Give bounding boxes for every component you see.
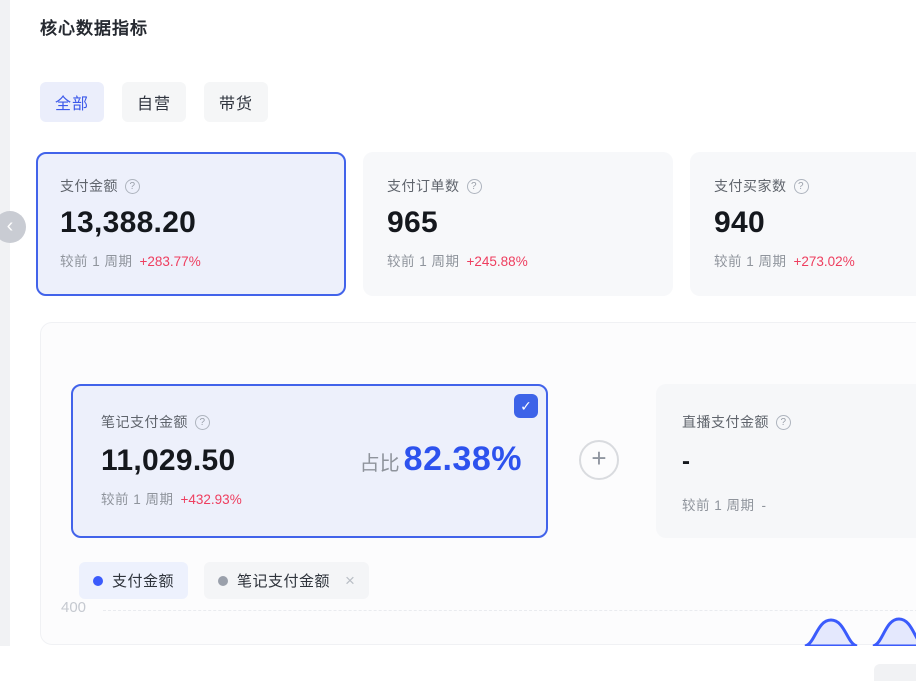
metric-label: 支付买家数 xyxy=(714,176,787,196)
subcard-note-payment-amount[interactable]: 笔记支付金额 ? 11,029.50 占比 82.38% 较前 1 周期 +432… xyxy=(71,384,548,538)
chart-legend: 支付金额 笔记支付金额 × xyxy=(79,562,369,599)
metric-value: 11,029.50 xyxy=(101,444,236,478)
help-icon[interactable]: ? xyxy=(794,179,809,194)
y-axis-tick-400: 400 xyxy=(61,599,86,616)
plus-icon: + xyxy=(591,443,606,474)
series-dot-gray xyxy=(218,576,228,586)
change-value: +273.02% xyxy=(794,254,855,269)
compare-label: 较前 1 周期 xyxy=(682,498,755,513)
series-dot-blue xyxy=(93,576,103,586)
compare-row: 较前 1 周期 +283.77% xyxy=(60,250,322,270)
line-chart-peaks xyxy=(691,613,916,646)
legend-label: 支付金额 xyxy=(112,570,174,591)
help-icon[interactable]: ? xyxy=(467,179,482,194)
metric-card-row: 支付金额 ? 13,388.20 较前 1 周期 +283.77% 支付订单数 ?… xyxy=(36,152,916,296)
share-value: 82.38% xyxy=(404,440,522,479)
change-value: +245.88% xyxy=(467,254,528,269)
help-icon[interactable]: ? xyxy=(776,415,791,430)
metric-label-row: 直播支付金额 ? xyxy=(682,412,916,432)
legend-item-payment-amount[interactable]: 支付金额 xyxy=(79,562,188,599)
tab-all[interactable]: 全部 xyxy=(40,82,104,122)
metric-label-row: 支付金额 ? xyxy=(60,176,322,196)
remove-series-icon[interactable]: × xyxy=(345,571,355,591)
add-metric-button[interactable]: + xyxy=(579,440,619,480)
tab-self-operated[interactable]: 自营 xyxy=(122,82,186,122)
compare-label: 较前 1 周期 xyxy=(387,254,460,269)
metric-value: 940 xyxy=(714,206,916,240)
metric-card-paid-orders[interactable]: 支付订单数 ? 965 较前 1 周期 +245.88% xyxy=(363,152,673,296)
metric-label: 支付订单数 xyxy=(387,176,460,196)
compare-row: 较前 1 周期 +432.93% xyxy=(101,488,522,508)
metric-value: 13,388.20 xyxy=(60,206,322,240)
metric-value: - xyxy=(682,448,916,476)
compare-row: 较前 1 周期 +273.02% xyxy=(714,250,916,270)
metric-label: 笔记支付金额 xyxy=(101,412,188,432)
change-value: +283.77% xyxy=(140,254,201,269)
change-value: - xyxy=(762,498,767,513)
metric-card-paid-buyers[interactable]: 支付买家数 ? 940 较前 1 周期 +273.02% xyxy=(690,152,916,296)
carousel-prev-button[interactable]: ‹ xyxy=(0,211,26,243)
value-row: 11,029.50 占比 82.38% xyxy=(101,440,522,479)
metric-card-payment-amount[interactable]: 支付金额 ? 13,388.20 较前 1 周期 +283.77% xyxy=(36,152,346,296)
metric-label: 支付金额 xyxy=(60,176,118,196)
breakdown-panel: 笔记支付金额 ? 11,029.50 占比 82.38% 较前 1 周期 +432… xyxy=(40,322,916,645)
metric-label-row: 支付订单数 ? xyxy=(387,176,649,196)
compare-row: 较前 1 周期 +245.88% xyxy=(387,250,649,270)
compare-label: 较前 1 周期 xyxy=(60,254,133,269)
share-label: 占比 xyxy=(360,447,400,476)
compare-row: 较前 1 周期- xyxy=(682,494,916,514)
legend-item-note-payment-amount[interactable]: 笔记支付金额 × xyxy=(204,562,369,599)
help-icon[interactable]: ? xyxy=(125,179,140,194)
compare-label: 较前 1 周期 xyxy=(714,254,787,269)
change-value: +432.93% xyxy=(181,492,242,507)
metric-value: 965 xyxy=(387,206,649,240)
help-icon[interactable]: ? xyxy=(195,415,210,430)
chevron-left-icon: ‹ xyxy=(7,215,14,238)
scope-tabs: 全部 自营 带货 xyxy=(40,82,268,122)
corner-widget xyxy=(874,664,916,681)
core-metrics-panel: 核心数据指标 全部 自营 带货 支付金额 ? 13,388.20 较前 1 周期… xyxy=(0,0,916,681)
metric-label-row: 笔记支付金额 ? xyxy=(101,412,522,432)
metric-label-row: 支付买家数 ? xyxy=(714,176,916,196)
metric-checkbox-checked[interactable]: ✓ xyxy=(514,394,538,418)
compare-label: 较前 1 周期 xyxy=(101,492,174,507)
subcard-live-payment-amount[interactable]: 直播支付金额 ? - 较前 1 周期- xyxy=(656,384,916,538)
tab-affiliate[interactable]: 带货 xyxy=(204,82,268,122)
page-title: 核心数据指标 xyxy=(40,14,148,39)
chart-gridline xyxy=(103,610,916,611)
metric-label: 直播支付金额 xyxy=(682,412,769,432)
check-icon: ✓ xyxy=(520,398,532,415)
legend-label: 笔记支付金额 xyxy=(237,570,330,591)
left-edge-strip xyxy=(0,0,10,646)
